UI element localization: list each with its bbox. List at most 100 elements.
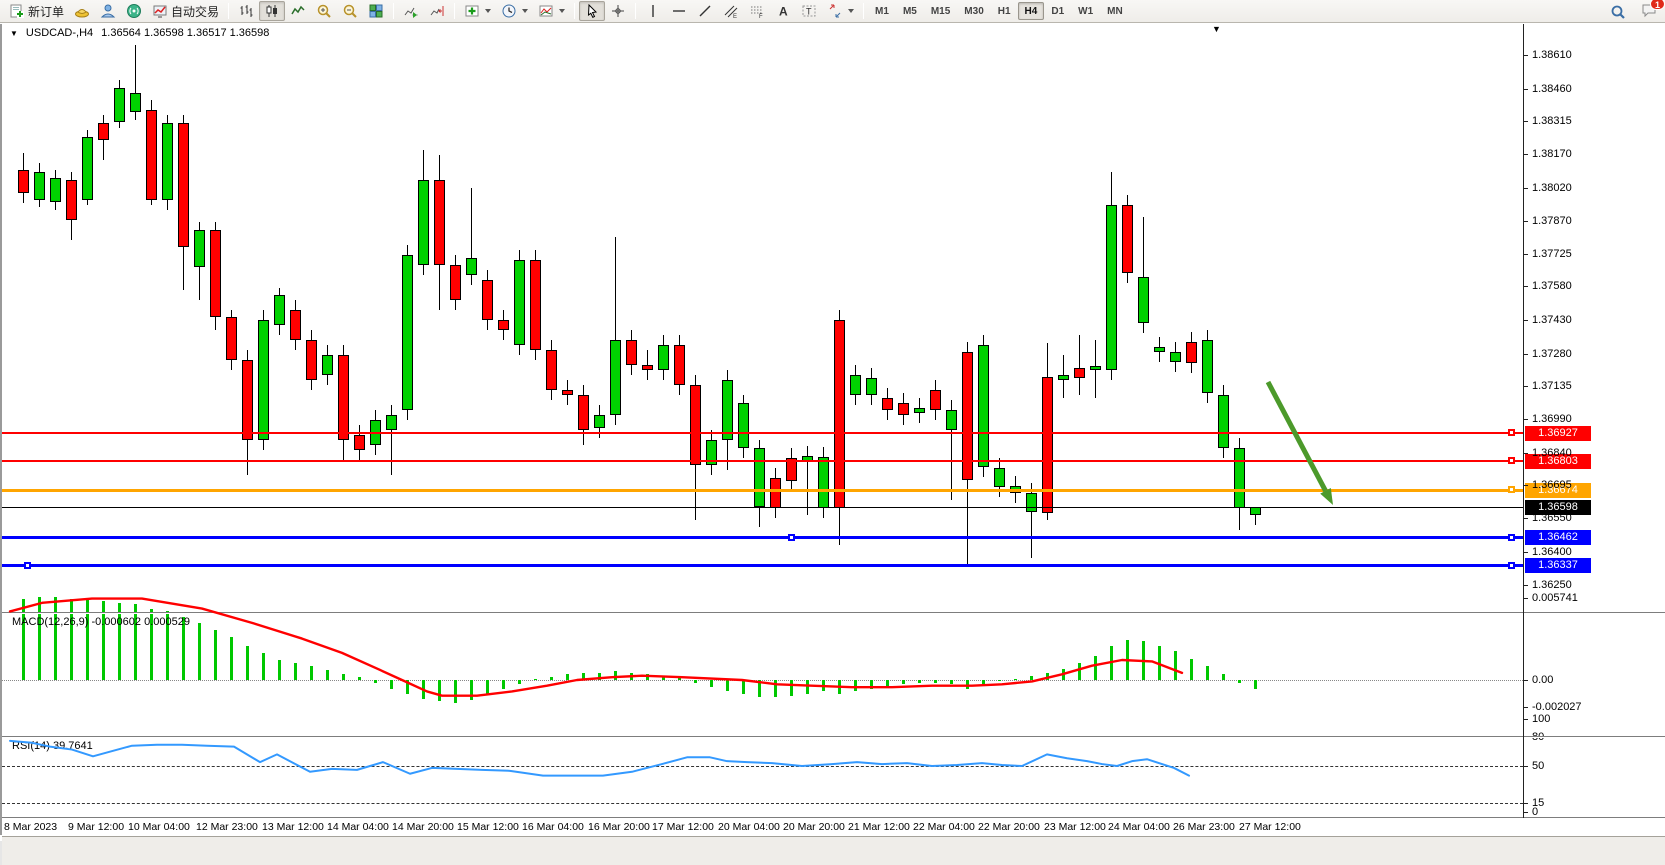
text-label-button[interactable]: T	[796, 1, 822, 21]
svg-text:E: E	[733, 14, 737, 19]
periods-button[interactable]	[496, 1, 533, 21]
notifications-button[interactable]: 1	[1641, 2, 1657, 21]
bear-candle	[66, 180, 77, 220]
timeframe-button-d1[interactable]: D1	[1044, 2, 1071, 20]
macd-histogram-bar	[646, 674, 649, 680]
equidistant-channel-button[interactable]: E	[718, 1, 744, 21]
hline-1.36927[interactable]	[2, 432, 1523, 434]
price-badge: 1.36927	[1525, 426, 1591, 441]
dropdown-caret-icon[interactable]	[522, 9, 528, 13]
macd-histogram-bar	[1254, 680, 1257, 689]
line-handle[interactable]	[788, 534, 795, 541]
line-handle[interactable]	[1508, 429, 1515, 436]
auto-scroll-button[interactable]	[398, 1, 424, 21]
macd-histogram-bar	[406, 680, 409, 694]
text-icon: A	[775, 3, 791, 19]
rsi-level-line	[2, 803, 1523, 804]
bull-candle	[1058, 375, 1069, 380]
scroll-marker-icon[interactable]: ▼	[1212, 24, 1221, 34]
rsi-scale-label: 50	[1532, 760, 1544, 772]
hline-1.36337[interactable]	[2, 564, 1523, 567]
dropdown-caret-icon[interactable]	[848, 9, 854, 13]
time-axis-label: 17 Mar 12:00	[652, 821, 714, 833]
text-button[interactable]: A	[770, 1, 796, 21]
periods-icon	[501, 3, 517, 19]
auto-trading-button[interactable]: 自动交易	[147, 1, 224, 21]
dropdown-caret-icon[interactable]	[559, 9, 565, 13]
candlestick-chart-button[interactable]	[259, 1, 285, 21]
chevron-down-icon[interactable]: ▼	[10, 29, 18, 38]
bar-chart-icon	[238, 3, 254, 19]
dropdown-caret-icon[interactable]	[485, 9, 491, 13]
green-arrow-line[interactable]	[1268, 382, 1326, 491]
macd-histogram-bar	[278, 660, 281, 680]
line-handle[interactable]	[24, 562, 31, 569]
chart-window[interactable]: ▼ USDCAD-,H4 1.36564 1.36598 1.36517 1.3…	[0, 24, 1665, 835]
rsi-line	[10, 741, 1189, 776]
timeframe-button-h1[interactable]: H1	[991, 2, 1018, 20]
price-tick-label: 1.37135	[1532, 380, 1572, 392]
macd-histogram-bar	[262, 653, 265, 680]
bull-candle	[1250, 507, 1261, 515]
timeframe-button-m30[interactable]: M30	[957, 2, 990, 20]
rsi-level-line	[2, 766, 1523, 767]
line-handle[interactable]	[1508, 457, 1515, 464]
bear-candle	[898, 403, 909, 415]
contacts-button[interactable]	[95, 1, 121, 21]
panel-separator[interactable]	[2, 736, 1665, 738]
macd-histogram-bar	[1158, 646, 1161, 680]
line-handle[interactable]	[1508, 534, 1515, 541]
line-handle[interactable]	[1508, 562, 1515, 569]
vertical-line-button[interactable]	[640, 1, 666, 21]
gold-sycee-button[interactable]	[69, 1, 95, 21]
tool-separator	[454, 3, 455, 19]
fibonacci-button[interactable]: F	[744, 1, 770, 21]
indicators-button[interactable]	[459, 1, 496, 21]
bull-candle	[994, 468, 1005, 487]
panel-separator[interactable]	[2, 612, 1665, 614]
bear-candle	[578, 395, 589, 430]
hline-1.36462[interactable]	[2, 536, 1523, 539]
time-axis-label: 14 Mar 04:00	[327, 821, 389, 833]
trendline-button[interactable]	[692, 1, 718, 21]
macd-histogram-bar	[886, 680, 889, 686]
templates-button[interactable]	[533, 1, 570, 21]
line-chart-icon	[290, 3, 306, 19]
bull-candle	[594, 415, 605, 428]
timeframe-button-m1[interactable]: M1	[868, 2, 896, 20]
horizontal-line-button[interactable]	[666, 1, 692, 21]
tool-separator	[574, 3, 575, 19]
macd-histogram-bar	[374, 680, 377, 683]
hline-1.36674[interactable]	[2, 489, 1523, 492]
timeframe-button-m15[interactable]: M15	[924, 2, 957, 20]
macd-histogram-bar	[38, 597, 41, 680]
time-axis-label: 8 Mar 2023	[4, 821, 57, 833]
bear-candle	[226, 317, 237, 360]
arrows-button[interactable]	[822, 1, 859, 21]
zoom-out-button[interactable]	[337, 1, 363, 21]
new-order-button[interactable]: 新订单	[4, 1, 69, 21]
price-tick-label: 1.38610	[1532, 49, 1572, 61]
hline-1.36598[interactable]	[2, 507, 1523, 508]
cursor-button[interactable]	[579, 1, 605, 21]
price-tick-label: 1.38460	[1532, 83, 1572, 95]
bear-candle	[930, 390, 941, 410]
zoom-in-button[interactable]	[311, 1, 337, 21]
macd-histogram-bar	[998, 680, 1001, 681]
crosshair-button[interactable]	[605, 1, 631, 21]
bear-candle	[482, 280, 493, 320]
timeframe-button-w1[interactable]: W1	[1071, 2, 1100, 20]
timeframe-button-mn[interactable]: MN	[1100, 2, 1130, 20]
timeframe-button-h4[interactable]: H4	[1018, 2, 1045, 20]
line-chart-button[interactable]	[285, 1, 311, 21]
hline-1.36803[interactable]	[2, 460, 1523, 462]
bar-chart-button[interactable]	[233, 1, 259, 21]
bull-candle	[162, 123, 173, 200]
search-button[interactable]	[1605, 2, 1631, 22]
bear-candle	[498, 320, 509, 330]
signal-button[interactable]	[121, 1, 147, 21]
line-handle[interactable]	[1508, 486, 1515, 493]
chart-shift-button[interactable]	[424, 1, 450, 21]
tile-windows-button[interactable]	[363, 1, 389, 21]
timeframe-button-m5[interactable]: M5	[896, 2, 924, 20]
